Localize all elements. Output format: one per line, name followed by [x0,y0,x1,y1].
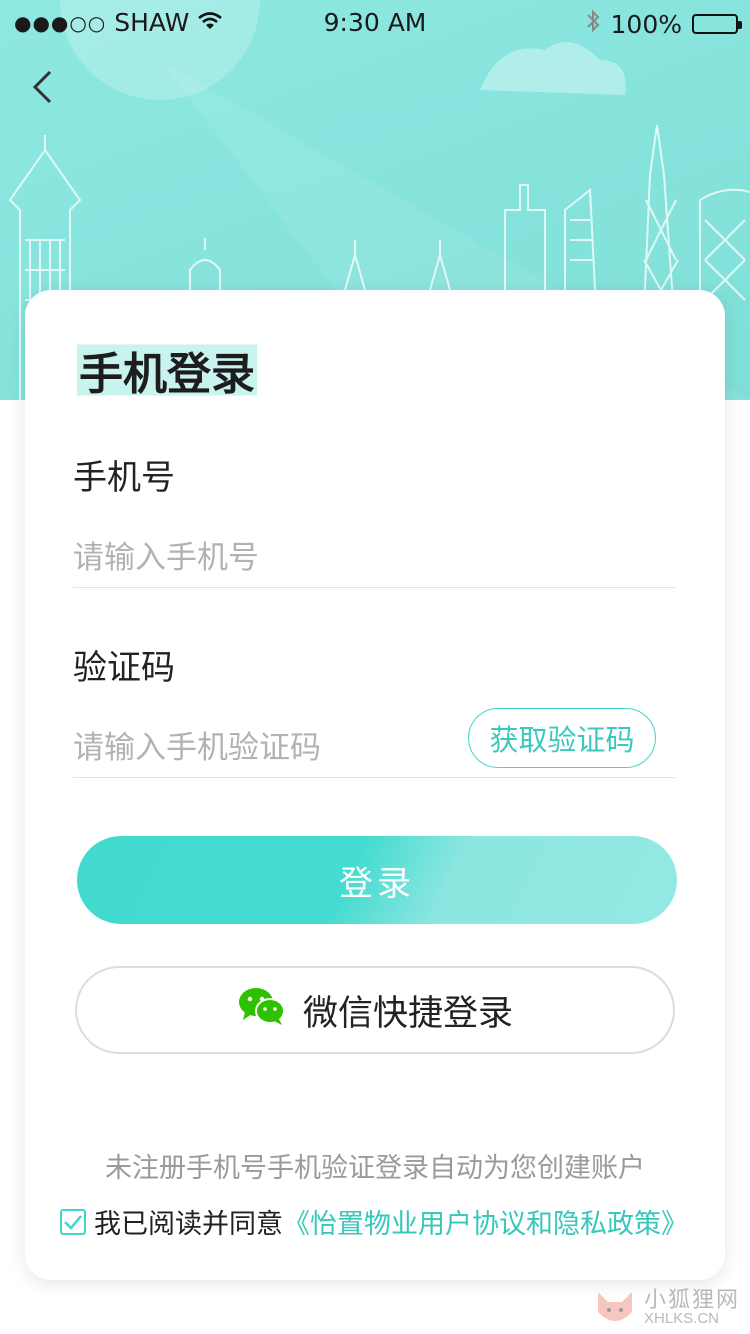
bluetooth-icon [585,8,601,40]
battery-percent: 100% [610,9,682,39]
login-button[interactable]: 登录 [77,836,677,924]
wechat-login-button[interactable]: 微信快捷登录 [75,966,675,1054]
page-title: 手机登录 [77,338,257,402]
fox-logo-icon [597,1292,632,1321]
get-code-button[interactable]: 获取验证码 [468,708,656,768]
wechat-login-label: 微信快捷登录 [302,993,513,1034]
wechat-icon [237,986,287,1035]
auto-register-notice: 未注册手机号手机验证登录自动为您创建账户 [105,1153,645,1184]
code-label: 验证码 [73,648,175,688]
checkmark-icon [64,1214,82,1230]
agreement-checkbox[interactable] [60,1208,86,1235]
login-card: 手机登录 手机号 验证码 获取验证码 登录 微信快捷登录 未注册手机号手机验证登… [25,290,725,1280]
phone-input[interactable] [73,528,675,588]
agreement-link[interactable]: 《怡置物业用户协议和隐私政策》 [283,1202,688,1241]
watermark-en: XHLKS.CN [643,1309,720,1327]
status-bar: ●●●○○ SHAW 9:30 AM 100% [0,0,750,44]
watermark-cn: 小狐狸网 [643,1286,740,1312]
chevron-left-icon [32,70,52,104]
back-button[interactable] [22,62,62,112]
watermark: 小狐狸网 XHLKS.CN [592,1284,740,1330]
agreement-row: 我已阅读并同意 《怡置物业用户协议和隐私政策》 [60,1202,710,1241]
status-right: 100% [585,8,742,40]
agreement-text: 我已阅读并同意 [94,1209,283,1240]
battery-icon [692,14,742,34]
phone-label: 手机号 [73,458,175,498]
